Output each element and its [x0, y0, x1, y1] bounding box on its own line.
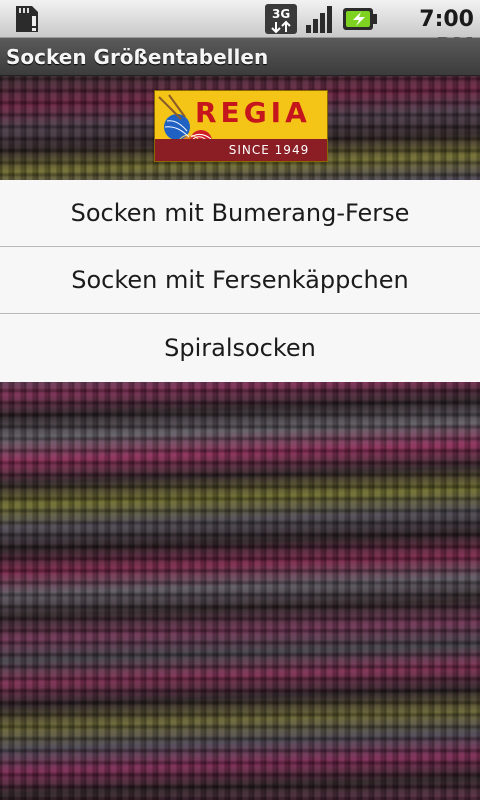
app-title: Socken Größentabellen: [6, 45, 269, 69]
logo-brand-text: REGIA: [195, 96, 311, 129]
logo-since-text: SINCE 1949: [228, 143, 310, 157]
regia-logo: REGIA SINCE 1949: [154, 90, 328, 162]
network-type-label: 3G: [272, 7, 290, 21]
menu-item-spiralsocken[interactable]: Spiralsocken: [0, 314, 480, 382]
app-screen: 3G 7:00 PM Socken Größentabellen: [0, 0, 480, 800]
battery-charging-icon: [343, 8, 377, 30]
status-bar: 3G 7:00 PM: [0, 0, 480, 60]
title-bar: Socken Größentabellen: [0, 38, 480, 76]
3g-data-icon: 3G: [265, 4, 297, 34]
menu-item-fersenkaeppchen[interactable]: Socken mit Fersenkäppchen: [0, 247, 480, 314]
signal-icon: [306, 6, 332, 33]
size-table-menu: Socken mit Bumerang-Ferse Socken mit Fer…: [0, 180, 480, 382]
clock: 7:00 PM: [419, 7, 474, 60]
menu-item-bumerang-ferse[interactable]: Socken mit Bumerang-Ferse: [0, 180, 480, 247]
sd-card-icon: [16, 6, 38, 32]
